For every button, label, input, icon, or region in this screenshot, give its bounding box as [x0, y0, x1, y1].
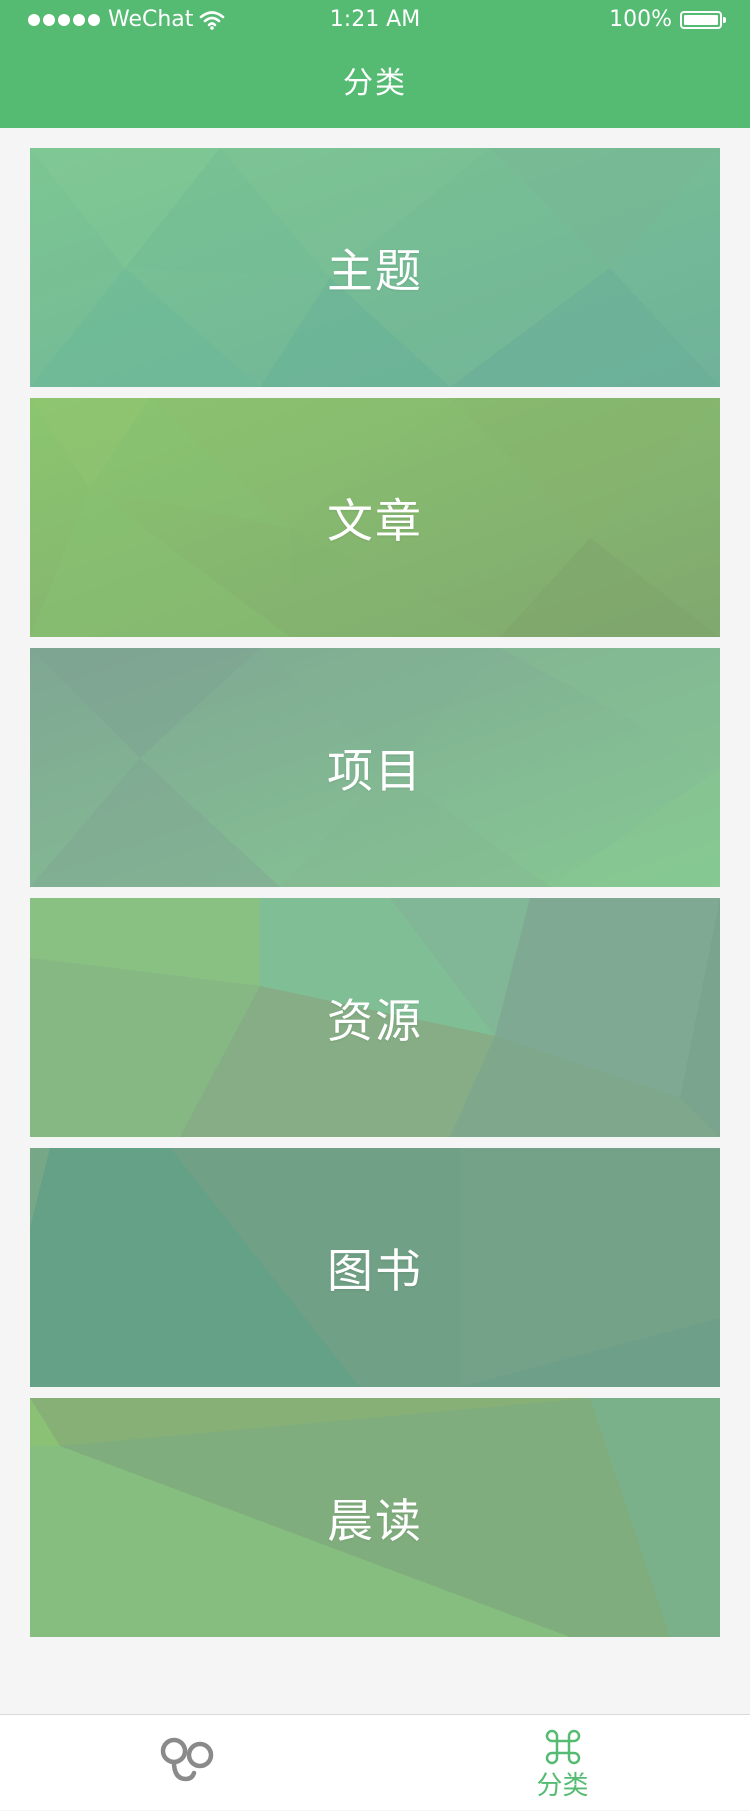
battery-icon: [680, 11, 726, 29]
tab-home[interactable]: [0, 1715, 375, 1811]
category-card-projects[interactable]: 项目: [30, 648, 720, 887]
status-bar: WeChat 1:21 AM 100%: [0, 0, 750, 40]
page-title: 分类: [343, 66, 407, 101]
category-card-morning-reading[interactable]: 晨读: [30, 1398, 720, 1637]
category-card-topics[interactable]: 主题: [30, 148, 720, 387]
navigation-header: WeChat 1:21 AM 100% 分类: [0, 0, 750, 128]
battery-percentage: 100%: [609, 7, 672, 32]
category-label: 项目: [327, 743, 423, 798]
category-label: 文章: [327, 493, 423, 548]
category-label: 资源: [327, 993, 423, 1048]
category-list: 主题 文章 项目 资源 图书 晨读: [30, 148, 720, 1648]
category-card-articles[interactable]: 文章: [30, 398, 720, 637]
category-label: 主题: [327, 243, 423, 298]
tab-bar: 分类: [0, 1714, 750, 1810]
command-icon: [545, 1729, 580, 1765]
category-label: 晨读: [327, 1493, 423, 1548]
category-label: 图书: [327, 1243, 423, 1298]
tab-category-label: 分类: [536, 1771, 589, 1801]
tab-category[interactable]: 分类: [375, 1715, 750, 1811]
category-card-resources[interactable]: 资源: [30, 898, 720, 1137]
logo-icon: [160, 1737, 213, 1782]
category-card-books[interactable]: 图书: [30, 1148, 720, 1387]
status-right: 100%: [609, 7, 726, 33]
